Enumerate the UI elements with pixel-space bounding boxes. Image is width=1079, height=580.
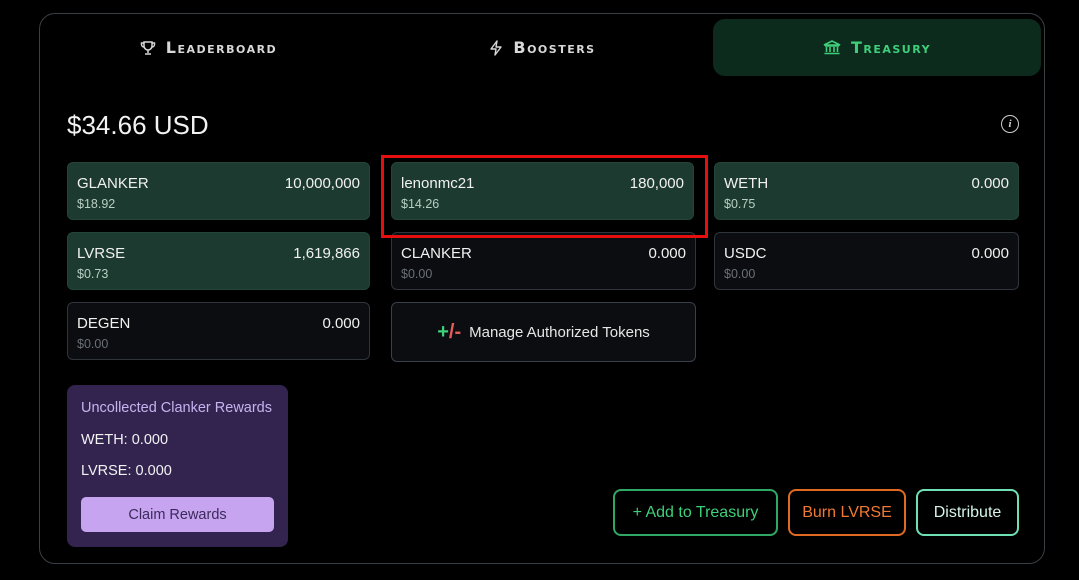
rewards-lvrse: LVRSE: 0.000	[81, 463, 172, 479]
token-symbol: CLANKER	[401, 245, 472, 262]
token-amount: 0.000	[648, 245, 686, 262]
rewards-title: Uncollected Clanker Rewards	[81, 400, 272, 416]
token-symbol: LVRSE	[77, 245, 126, 262]
tab-treasury-label: Treasury	[850, 38, 932, 57]
token-amount: 0.000	[322, 315, 360, 332]
add-to-treasury-button[interactable]: + Add to Treasury	[613, 489, 778, 536]
token-card-usdc[interactable]: USDC 0.000 $0.00	[714, 232, 1019, 290]
treasury-total: $34.66 USD	[67, 110, 209, 140]
trophy-icon	[140, 40, 156, 55]
uncollected-rewards-card: Uncollected Clanker Rewards WETH: 0.000 …	[67, 385, 288, 547]
manage-authorized-tokens-button[interactable]: +/- Manage Authorized Tokens	[391, 302, 696, 362]
token-symbol: lenonmc21	[401, 175, 475, 192]
token-usd-value: $0.00	[724, 267, 756, 281]
token-symbol: WETH	[724, 175, 769, 192]
token-card-lvrse[interactable]: LVRSE 1,619,866 $0.73	[67, 232, 370, 290]
rewards-weth: WETH: 0.000	[81, 432, 169, 448]
token-card-degen[interactable]: DEGEN 0.000 $0.00	[67, 302, 370, 360]
token-amount: 180,000	[629, 175, 684, 192]
token-symbol: DEGEN	[77, 315, 131, 332]
token-symbol: GLANKER	[77, 175, 149, 192]
token-card-clanker[interactable]: CLANKER 0.000 $0.00	[391, 232, 696, 290]
token-amount: 0.000	[971, 175, 1009, 192]
burn-lvrse-button[interactable]: Burn LVRSE	[788, 489, 906, 536]
distribute-button[interactable]: Distribute	[916, 489, 1019, 536]
token-symbol: USDC	[724, 245, 767, 262]
tab-boosters[interactable]: Boosters	[380, 19, 705, 76]
tab-treasury[interactable]: Treasury	[713, 19, 1041, 76]
lightning-icon	[490, 39, 503, 56]
token-card-weth[interactable]: WETH 0.000 $0.75	[714, 162, 1019, 220]
plus-minus-icon: +/-	[437, 320, 462, 343]
info-icon[interactable]: i	[1001, 115, 1019, 133]
treasury-panel: Leaderboard Boosters Treasury $34.66 USD…	[39, 13, 1045, 564]
manage-label: Manage Authorized Tokens	[469, 323, 650, 341]
claim-rewards-button[interactable]: Claim Rewards	[81, 497, 274, 532]
token-usd-value: $0.00	[401, 267, 433, 281]
tab-boosters-label: Boosters	[513, 38, 596, 57]
token-usd-value: $14.26	[401, 197, 440, 211]
bank-icon	[823, 39, 841, 54]
tab-leaderboard-label: Leaderboard	[165, 38, 278, 57]
tab-leaderboard[interactable]: Leaderboard	[46, 19, 371, 76]
token-usd-value: $0.75	[724, 197, 756, 211]
token-amount: 10,000,000	[284, 175, 360, 192]
token-amount: 1,619,866	[293, 245, 360, 262]
token-amount: 0.000	[971, 245, 1009, 262]
token-card-glanker[interactable]: GLANKER 10,000,000 $18.92	[67, 162, 370, 220]
token-usd-value: $0.73	[77, 267, 109, 281]
token-usd-value: $18.92	[77, 197, 116, 211]
token-card-lenonmc21[interactable]: lenonmc21 180,000 $14.26	[391, 162, 694, 220]
token-usd-value: $0.00	[77, 337, 109, 351]
